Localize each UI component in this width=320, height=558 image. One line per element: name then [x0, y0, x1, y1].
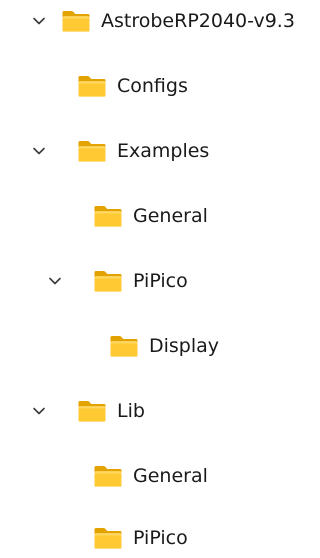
- tree-item-label: General: [133, 465, 208, 487]
- folder-icon: [93, 526, 123, 550]
- tree-item-label: General: [133, 205, 208, 227]
- folder-icon: [77, 139, 107, 163]
- tree-item-label: Display: [149, 335, 220, 357]
- folder-icon: [61, 9, 91, 33]
- tree-item-pipico-display[interactable]: Display: [0, 326, 320, 366]
- chevron-down-icon[interactable]: [47, 273, 63, 289]
- tree-item-label: Examples: [117, 140, 210, 162]
- tree-item-label: PiPico: [133, 527, 188, 549]
- folder-icon: [93, 204, 123, 228]
- folder-icon: [93, 464, 123, 488]
- tree-item-configs[interactable]: Configs: [0, 66, 320, 106]
- tree-item-label: PiPico: [133, 270, 188, 292]
- folder-icon: [109, 334, 139, 358]
- tree-item-examples-general[interactable]: General: [0, 196, 320, 236]
- tree-item-examples-pipico[interactable]: PiPico: [0, 261, 320, 301]
- tree-item-lib-pipico[interactable]: PiPico: [0, 518, 320, 558]
- chevron-down-icon[interactable]: [31, 143, 47, 159]
- tree-item-lib[interactable]: Lib: [0, 391, 320, 431]
- tree-item-label: Lib: [117, 400, 145, 422]
- tree-item-lib-general[interactable]: General: [0, 456, 320, 496]
- folder-tree: AstrobeRP2040-v9.3 Configs Examples Gene…: [0, 0, 318, 550]
- chevron-down-icon[interactable]: [31, 403, 47, 419]
- tree-item-label: Configs: [117, 75, 188, 97]
- chevron-down-icon[interactable]: [31, 13, 47, 29]
- tree-item-label: AstrobeRP2040-v9.3: [101, 10, 295, 32]
- tree-item-astroberp2040[interactable]: AstrobeRP2040-v9.3: [0, 1, 320, 41]
- tree-item-examples[interactable]: Examples: [0, 131, 320, 171]
- folder-icon: [77, 399, 107, 423]
- folder-icon: [93, 269, 123, 293]
- folder-icon: [77, 74, 107, 98]
